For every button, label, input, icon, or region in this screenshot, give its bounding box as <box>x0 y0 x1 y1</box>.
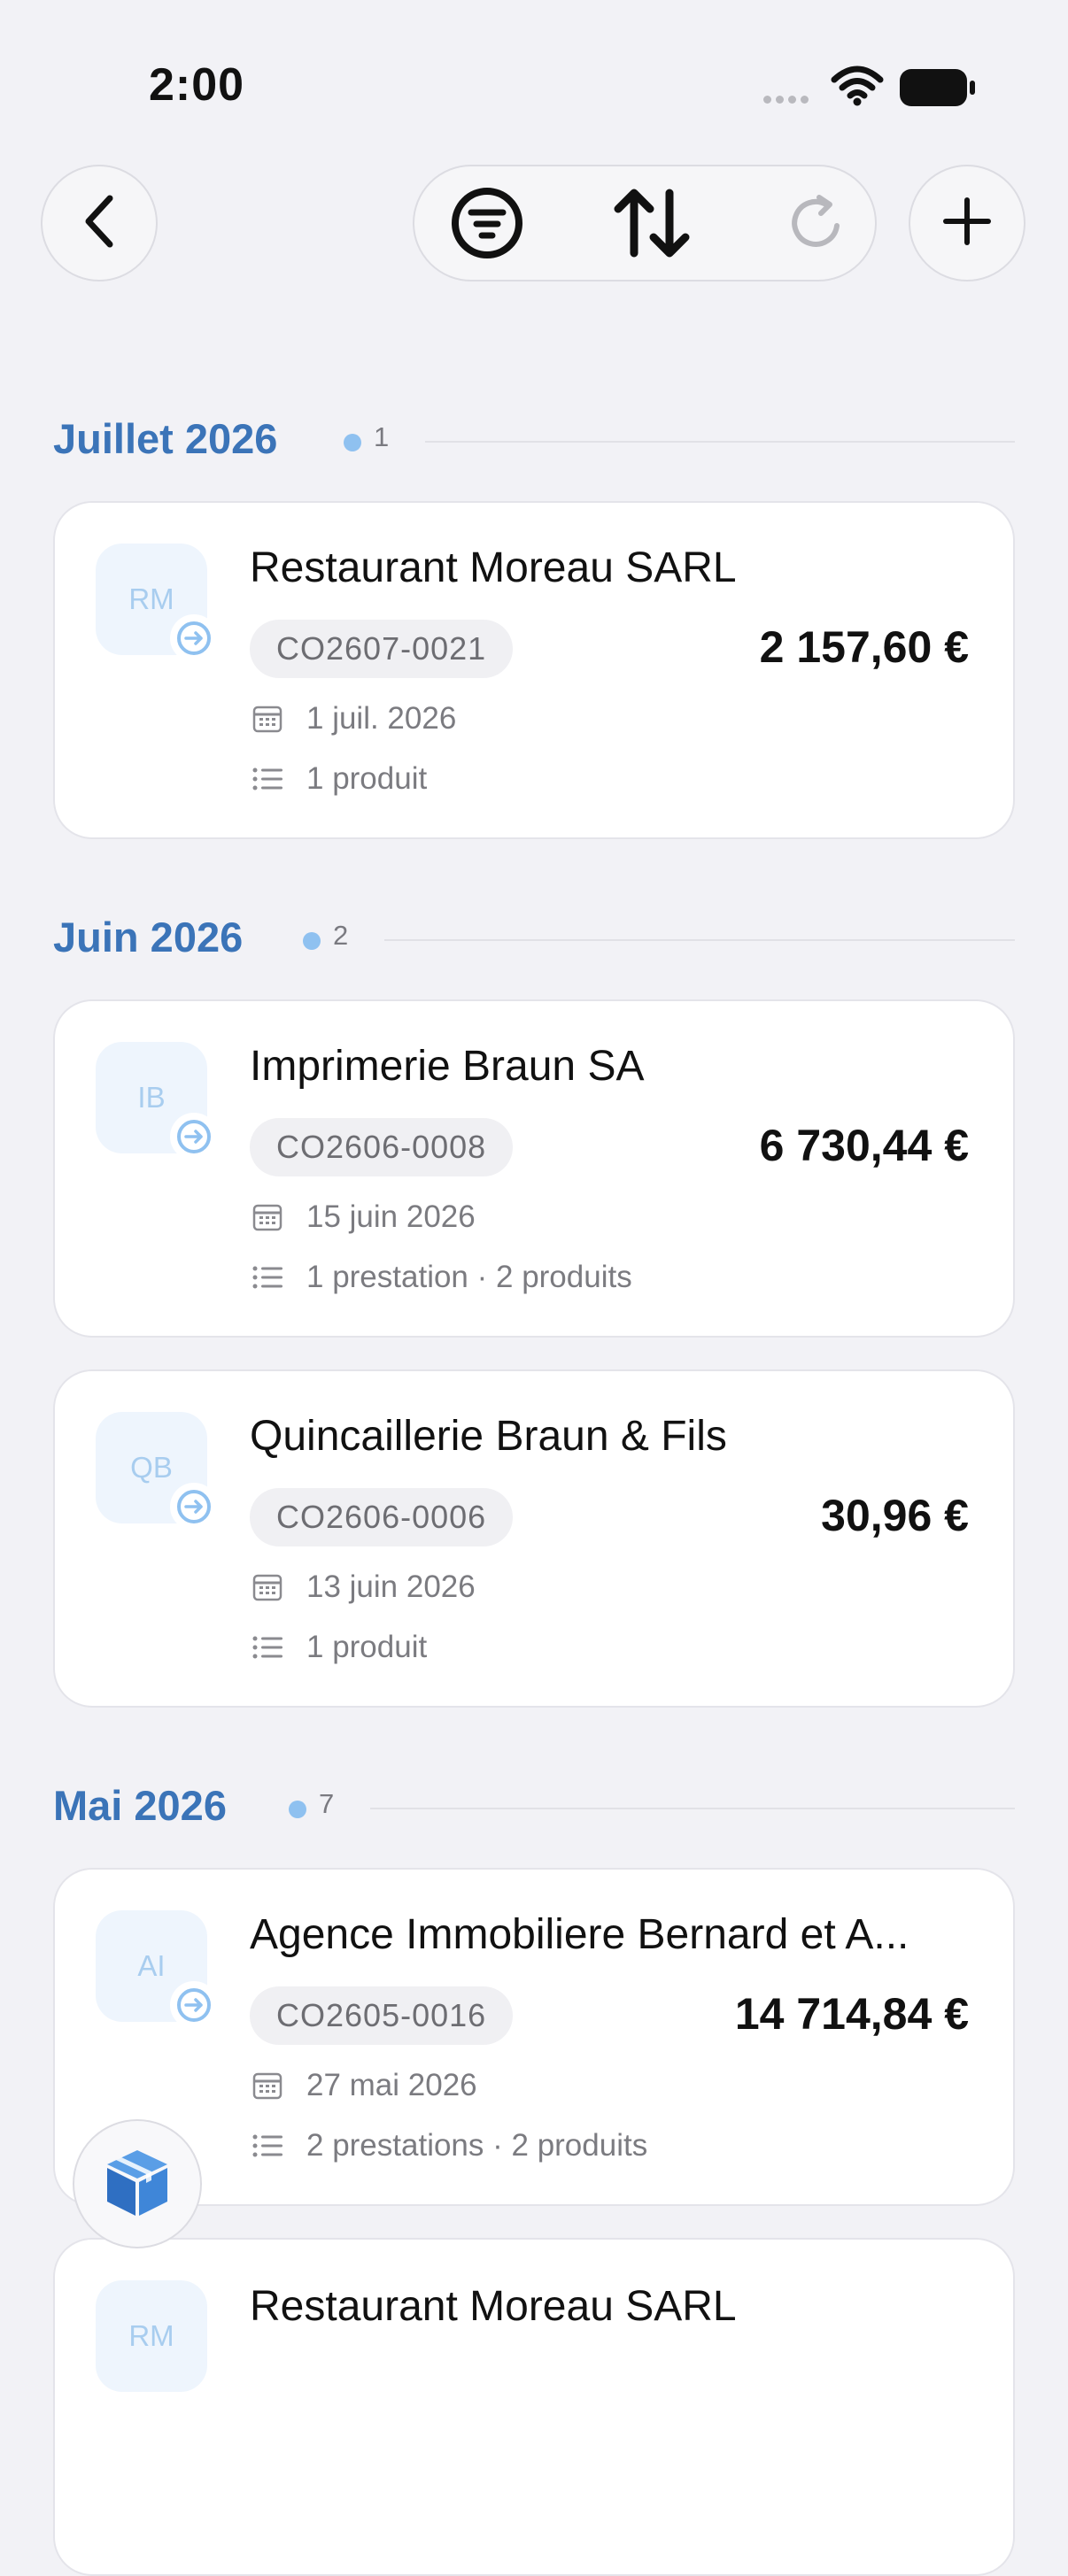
order-date-row: 15 juin 2026 <box>252 1198 476 1237</box>
order-amount: 6 730,44 € <box>759 1121 969 1170</box>
order-ref-chip: CO2605-0016 <box>250 1986 514 2045</box>
arrow-right-circle-icon <box>170 1981 218 2029</box>
order-items: 1 produit <box>306 761 428 796</box>
refresh-button[interactable] <box>779 188 854 262</box>
calendar-icon <box>252 703 283 735</box>
section-title: Mai 2026 <box>53 1782 227 1829</box>
order-date: 15 juin 2026 <box>306 1199 476 1234</box>
order-items-row: 1 produit <box>252 760 427 798</box>
filter-button[interactable] <box>450 186 524 265</box>
section-count: 7 <box>319 1788 335 1819</box>
list-icon <box>252 1631 283 1663</box>
refresh-icon <box>786 192 847 258</box>
list-icon <box>252 763 283 795</box>
chevron-left-icon <box>80 193 119 254</box>
section-count: 2 <box>333 920 349 951</box>
order-date: 27 mai 2026 <box>306 2068 477 2102</box>
battery-icon <box>900 69 976 111</box>
section-header: Juin 2026 2 <box>53 913 1015 966</box>
status-bar: 2:00 <box>0 0 1068 133</box>
client-name: Restaurant Moreau SARL <box>250 2283 737 2330</box>
order-amount: 30,96 € <box>821 1491 969 1540</box>
list-icon <box>252 1261 283 1293</box>
order-items: 1 produit <box>306 1630 428 1664</box>
list-icon <box>252 2130 283 2162</box>
order-items-row: 1 produit <box>252 1628 427 1667</box>
section-divider <box>425 441 1015 443</box>
section-header: Mai 2026 7 <box>53 1781 1015 1834</box>
order-ref-chip: CO2606-0006 <box>250 1488 514 1546</box>
order-card[interactable]: IB Imprimerie Braun SA CO2606-0008 6 730… <box>53 999 1015 1338</box>
order-date: 1 juil. 2026 <box>306 701 457 736</box>
arrow-right-circle-icon <box>170 614 218 662</box>
order-date-row: 13 juin 2026 <box>252 1568 476 1607</box>
back-button[interactable] <box>41 165 158 282</box>
order-ref-chip: CO2606-0008 <box>250 1118 514 1176</box>
wifi-icon <box>831 66 884 111</box>
order-ref-chip: CO2607-0021 <box>250 620 514 678</box>
client-name: Restaurant Moreau SARL <box>250 544 737 591</box>
section-divider <box>384 939 1015 941</box>
client-name: Agence Immobiliere Bernard et A... <box>250 1911 909 1958</box>
order-amount: 2 157,60 € <box>759 622 969 672</box>
client-avatar: RM <box>96 2280 207 2392</box>
arrow-right-circle-icon <box>170 1113 218 1161</box>
section-title: Juillet 2026 <box>53 415 278 462</box>
section-count: 1 <box>374 421 390 452</box>
count-dot <box>344 434 361 451</box>
cellular-signal-icon <box>763 92 813 108</box>
add-button[interactable] <box>909 165 1025 282</box>
order-card[interactable]: RM Restaurant Moreau SARL CO2607-0021 2 … <box>53 501 1015 839</box>
client-name: Imprimerie Braun SA <box>250 1043 645 1090</box>
order-date: 13 juin 2026 <box>306 1570 476 1604</box>
order-items-row: 2 prestations · 2 produits <box>252 2126 647 2165</box>
count-dot <box>289 1801 306 1818</box>
order-card[interactable]: QB Quincaillerie Braun & Fils CO2606-000… <box>53 1369 1015 1708</box>
section-title: Juin 2026 <box>53 914 244 960</box>
order-card[interactable]: AI Agence Immobiliere Bernard et A... CO… <box>53 1868 1015 2206</box>
order-card[interactable]: RM Restaurant Moreau SARL <box>53 2238 1015 2576</box>
calendar-icon <box>252 1571 283 1603</box>
order-date-row: 1 juil. 2026 <box>252 699 456 738</box>
sort-arrows-icon <box>609 186 694 265</box>
sort-button[interactable] <box>609 188 694 262</box>
toolbar-actions <box>413 165 877 282</box>
client-name: Quincaillerie Braun & Fils <box>250 1413 727 1460</box>
box-icon <box>104 2147 171 2222</box>
section-divider <box>370 1808 1015 1809</box>
count-dot <box>303 932 321 950</box>
filter-circle-icon <box>450 186 524 265</box>
order-items-row: 1 prestation · 2 produits <box>252 1258 632 1297</box>
order-items: 1 prestation · 2 produits <box>306 1260 632 1294</box>
plus-icon <box>942 197 992 251</box>
order-amount: 14 714,84 € <box>734 1989 969 2039</box>
section-header: Juillet 2026 1 <box>53 414 1015 467</box>
arrow-right-circle-icon <box>170 1483 218 1531</box>
status-time: 2:00 <box>149 59 245 111</box>
calendar-icon <box>252 2070 283 2102</box>
order-date-row: 27 mai 2026 <box>252 2066 477 2105</box>
calendar-icon <box>252 1201 283 1233</box>
order-items: 2 prestations · 2 produits <box>306 2128 648 2163</box>
products-fab-button[interactable] <box>73 2119 202 2248</box>
